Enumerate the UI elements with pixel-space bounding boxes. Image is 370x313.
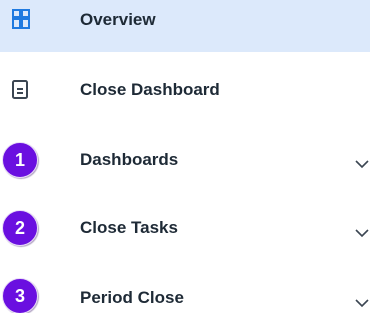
nav-item-close-tasks[interactable]: 2 Close Tasks (0, 204, 370, 256)
nav-item-label: Period Close (80, 288, 184, 307)
nav-item-label: Close Dashboard (80, 80, 220, 99)
step-badge: 1 (2, 142, 38, 178)
nav-item-label: Overview (80, 10, 156, 29)
step-badge: 3 (2, 278, 38, 313)
chevron-down-icon[interactable] (355, 225, 369, 238)
step-badge: 2 (2, 210, 38, 246)
nav-item-dashboards[interactable]: 1 Dashboards (0, 134, 370, 186)
side-navigation: Overview Close Dashboard 1 Dashboards 2 … (0, 0, 370, 313)
dashboard-grid-icon (0, 8, 40, 37)
nav-item-label: Close Tasks (80, 218, 178, 237)
chevron-down-icon[interactable] (355, 295, 369, 308)
nav-item-overview[interactable]: Overview (0, 0, 370, 52)
nav-item-period-close[interactable]: 3 Period Close (0, 274, 370, 313)
chevron-down-icon[interactable] (355, 156, 369, 169)
nav-item-close-dashboard[interactable]: Close Dashboard (0, 64, 370, 116)
nav-item-label: Dashboards (80, 150, 179, 169)
document-icon (0, 79, 40, 106)
